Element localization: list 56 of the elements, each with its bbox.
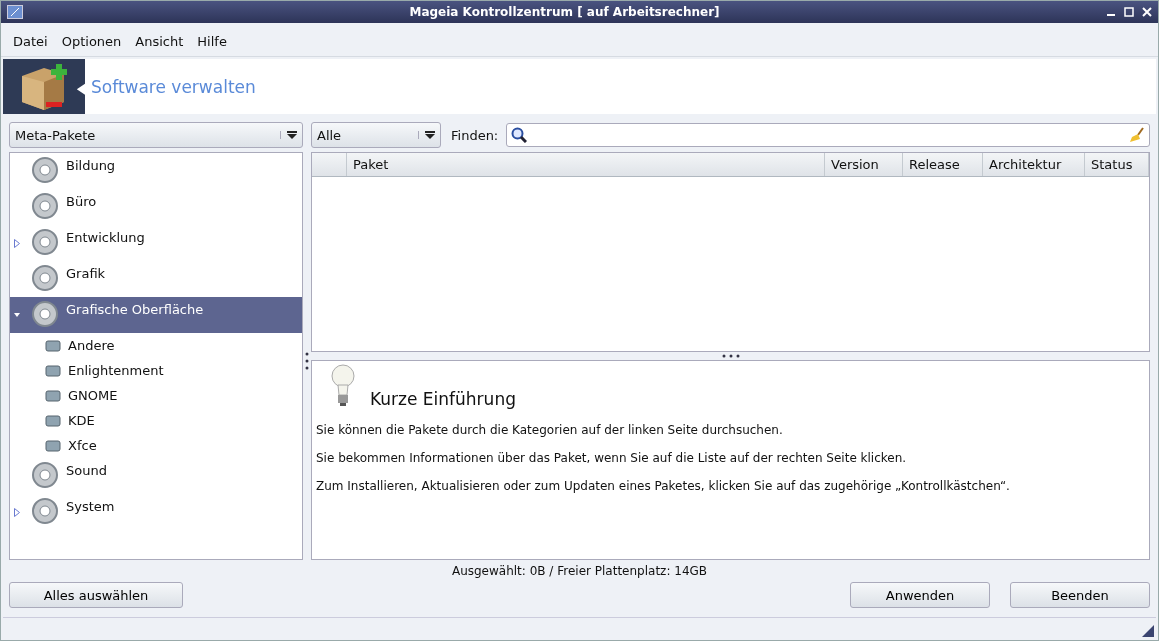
tree-item[interactable]: Entwicklung	[10, 225, 302, 261]
tree-item[interactable]: Sound	[10, 458, 302, 494]
page-title: Software verwalten	[91, 76, 256, 97]
light-bulb-icon	[330, 363, 356, 409]
category-icon	[30, 496, 60, 526]
tree-item[interactable]: Grafik	[10, 261, 302, 297]
menu-item[interactable]: Optionen	[61, 33, 122, 49]
category-icon	[30, 227, 60, 257]
tree-item[interactable]: Grafische Oberfläche	[10, 297, 302, 333]
close-icon[interactable]	[1142, 7, 1152, 17]
expander-icon[interactable]	[14, 507, 20, 517]
column-header[interactable]: Release	[903, 153, 983, 176]
category-filter-dropdown[interactable]: Meta-Pakete	[9, 122, 303, 148]
tree-item[interactable]: Andere	[10, 333, 302, 358]
window-icon	[7, 5, 23, 19]
category-icon	[30, 155, 60, 185]
tree-item[interactable]: System	[10, 494, 302, 530]
dialog-button[interactable]: Anwenden	[850, 582, 990, 608]
tree-item[interactable]: Bildung	[10, 153, 302, 189]
category-icon	[30, 299, 60, 329]
category-icon	[30, 460, 60, 490]
search-label: Finden:	[451, 127, 499, 143]
caret-icon	[280, 131, 297, 139]
broom-icon[interactable]	[1129, 127, 1145, 143]
maximize-icon[interactable]	[1124, 7, 1134, 17]
expander-icon[interactable]	[14, 238, 20, 248]
tree-item[interactable]: KDE	[10, 408, 302, 433]
column-header[interactable]: Status	[1085, 153, 1149, 176]
category-icon	[30, 263, 60, 293]
expander-icon[interactable]	[14, 313, 20, 317]
dialog-button[interactable]: Beenden	[1010, 582, 1150, 608]
menu-item[interactable]: Hilfe	[197, 33, 227, 49]
resize-grip-icon[interactable]	[1142, 625, 1154, 637]
splitter-handle-icon[interactable]	[305, 351, 309, 371]
category-icon	[30, 191, 60, 221]
splitter-handle-icon[interactable]	[720, 354, 741, 358]
search-field[interactable]	[506, 123, 1150, 147]
window-title: Mageia Kontrollzentrum [ auf Arbeitsrechner]	[408, 5, 721, 19]
menu-item[interactable]: Datei	[13, 33, 48, 49]
column-header[interactable]: Architektur	[983, 153, 1085, 176]
caret-icon	[418, 131, 435, 139]
search-icon	[511, 127, 528, 143]
menu-item[interactable]: Ansicht	[135, 33, 184, 49]
intro-paragraph: Sie bekommen Informationen über das Paket, wenn Sie auf die Liste auf der rechten Seite klicken.	[316, 451, 908, 465]
column-header[interactable]: Paket	[347, 153, 825, 176]
tree-item[interactable]: Xfce	[10, 433, 302, 458]
tree-item[interactable]: Enlightenment	[10, 358, 302, 383]
tree-item[interactable]: GNOME	[10, 383, 302, 408]
intro-paragraph: Zum Installieren, Aktualisieren oder zum Updaten eines Paketes, klicken Sie auf das zugehörige „Kontrollkästchen“.	[316, 479, 1011, 493]
column-header[interactable]: Version	[825, 153, 903, 176]
disk-space-status: Ausgewählt: 0B / Freier Plattenplatz: 14GB	[451, 564, 708, 578]
intro-paragraph: Sie können die Pakete durch die Kategorien auf der linken Seite durchsuchen.	[316, 423, 784, 437]
select-all-button[interactable]: Alles auswählen	[9, 582, 183, 608]
intro-heading: Kurze Einführung	[370, 389, 516, 409]
tree-item[interactable]: Büro	[10, 189, 302, 225]
package-type-dropdown[interactable]: Alle	[311, 122, 441, 148]
